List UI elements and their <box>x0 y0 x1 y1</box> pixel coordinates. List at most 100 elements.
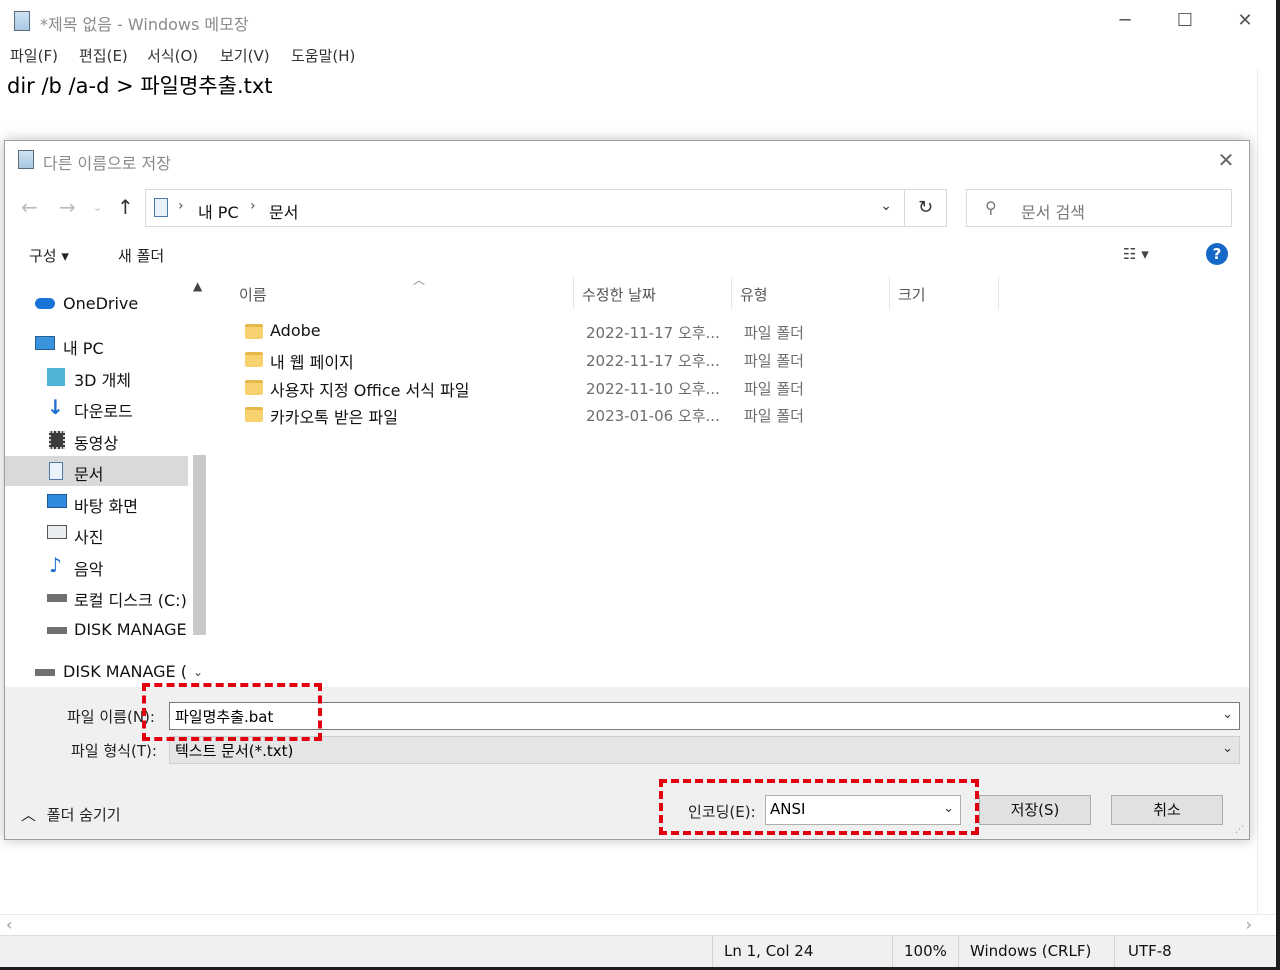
refresh-button[interactable]: ↻ <box>905 189 947 227</box>
status-encoding: UTF-8 <box>1128 942 1172 960</box>
nav-item-downloads[interactable]: ↓ 다운로드 <box>5 393 188 423</box>
chevron-up-icon: ︿ <box>21 806 37 824</box>
up-arrow-icon[interactable]: ↑ <box>117 195 134 219</box>
drive-icon <box>35 669 55 676</box>
search-placeholder: 문서 검색 <box>1021 203 1085 222</box>
notepad-statusbar: Ln 1, Col 24 100% Windows (CRLF) UTF-8 <box>0 935 1276 967</box>
navigation-pane-scrollbar[interactable]: ▲ ⌄ <box>191 277 208 687</box>
nav-item-3d-objects[interactable]: 3D 개체 <box>5 362 188 392</box>
search-box[interactable]: ⚲ 문서 검색 <box>966 189 1232 227</box>
navigation-bar: ← → ⌄ ↑ › 내 PC › 문서 ⌄ ↻ ⚲ 문서 검색 <box>5 183 1249 227</box>
notepad-title: *제목 없음 - Windows 메모장 <box>40 15 249 34</box>
status-line-ending: Windows (CRLF) <box>970 942 1092 960</box>
desktop-icon <box>47 494 67 508</box>
dialog-titlebar: 다른 이름으로 저장 ✕ <box>5 141 1249 179</box>
notepad-text-area[interactable]: dir /b /a-d > 파일명추출.txt <box>7 70 273 100</box>
new-folder-button[interactable]: 새 폴더 <box>118 245 164 266</box>
column-header-type[interactable]: 유형 <box>732 277 890 309</box>
chevron-down-icon[interactable]: ⌄ <box>1222 741 1233 756</box>
video-icon <box>49 431 65 449</box>
picture-icon <box>47 525 67 539</box>
folder-icon <box>245 380 263 395</box>
menu-format[interactable]: 서식(O) <box>147 45 198 66</box>
folder-icon <box>245 407 263 422</box>
scroll-thumb[interactable] <box>193 455 206 635</box>
list-item[interactable]: 카카오톡 받은 파일 2023-01-06 오후... 파일 폴더 <box>217 400 817 428</box>
hide-folders-button[interactable]: ︿ 폴더 숨기기 <box>21 804 121 825</box>
scroll-down-icon[interactable]: ⌄ <box>193 665 203 679</box>
close-button[interactable]: ✕ <box>1216 0 1274 42</box>
drive-icon <box>47 627 67 634</box>
music-icon: ♪ <box>49 553 62 577</box>
resize-grip-icon[interactable]: ⋰ <box>1235 825 1245 835</box>
scroll-left-icon[interactable]: ‹ <box>6 915 12 934</box>
column-header-size[interactable]: 크기 <box>890 277 999 309</box>
filename-input[interactable]: 파일명추출.bat ⌄ <box>169 702 1240 730</box>
status-position: Ln 1, Col 24 <box>724 942 814 960</box>
help-icon[interactable]: ? <box>1206 243 1228 265</box>
filetype-select[interactable]: 텍스트 문서(*.txt) ⌄ <box>169 736 1240 764</box>
status-zoom: 100% <box>904 942 947 960</box>
nav-item-onedrive[interactable]: OneDrive <box>5 289 188 319</box>
filetype-label: 파일 형식(T): <box>71 742 157 760</box>
drive-icon <box>47 594 67 602</box>
back-arrow-icon[interactable]: ← <box>21 195 38 219</box>
search-icon: ⚲ <box>985 198 997 217</box>
notepad-app-icon <box>18 150 34 169</box>
filetype-value: 텍스트 문서(*.txt) <box>175 742 294 760</box>
breadcrumb-documents[interactable]: 문서 <box>269 199 298 223</box>
command-bar: 구성 ▾ 새 폴더 ☷ ▾ ? <box>5 235 1249 275</box>
menu-edit[interactable]: 편집(E) <box>79 45 128 66</box>
document-icon <box>49 462 63 480</box>
chevron-down-icon[interactable]: ⌄ <box>1222 707 1233 722</box>
nav-item-videos[interactable]: 동영상 <box>5 425 188 455</box>
chevron-right-icon[interactable]: › <box>178 198 184 214</box>
download-icon: ↓ <box>47 395 64 419</box>
cancel-button[interactable]: 취소 <box>1111 795 1223 825</box>
minimize-button[interactable]: ─ <box>1096 0 1154 42</box>
list-item[interactable]: Adobe 2022-11-17 오후... 파일 폴더 <box>217 317 817 345</box>
nav-item-disk-manage[interactable]: DISK MANAGE ( <box>5 615 188 645</box>
column-header-date[interactable]: 수정한 날짜 <box>574 277 732 309</box>
computer-icon <box>35 336 55 350</box>
file-list: 이름 ︿ 수정한 날짜 유형 크기 Adobe 2022-11-17 오후...… <box>217 273 1247 687</box>
organize-button[interactable]: 구성 ▾ <box>29 245 69 266</box>
encoding-highlight-box <box>659 779 979 835</box>
navigation-pane: OneDrive 내 PC 3D 개체 ↓ 다운로드 동영상 문서 바탕 화면 <box>5 277 210 687</box>
documents-icon <box>154 198 168 217</box>
notepad-horizontal-scrollbar[interactable]: ‹ › <box>0 914 1276 935</box>
nav-item-local-disk-c[interactable]: 로컬 디스크 (C:) <box>5 582 188 612</box>
folder-icon <box>245 352 263 367</box>
sort-ascending-icon: ︿ <box>413 273 426 287</box>
breadcrumb-this-pc[interactable]: 내 PC <box>198 199 239 223</box>
save-button[interactable]: 저장(S) <box>979 795 1091 825</box>
notepad-titlebar: *제목 없음 - Windows 메모장 ─ ☐ ✕ <box>0 0 1276 42</box>
recent-chevron-icon[interactable]: ⌄ <box>93 201 102 214</box>
scroll-up-icon[interactable]: ▲ <box>193 279 202 293</box>
list-item[interactable]: 사용자 지정 Office 서식 파일 2022-11-10 오후... 파일 … <box>217 373 817 401</box>
nav-item-music[interactable]: ♪ 음악 <box>5 551 188 581</box>
maximize-button[interactable]: ☐ <box>1156 0 1214 42</box>
nav-item-pictures[interactable]: 사진 <box>5 519 188 549</box>
cube-icon <box>47 368 65 386</box>
chevron-down-icon[interactable]: ⌄ <box>880 198 892 214</box>
nav-item-desktop[interactable]: 바탕 화면 <box>5 488 188 518</box>
dialog-title: 다른 이름으로 저장 <box>43 154 171 173</box>
menu-help[interactable]: 도움말(H) <box>291 45 355 66</box>
list-item[interactable]: 내 웹 페이지 2022-11-17 오후... 파일 폴더 <box>217 345 817 373</box>
view-options-icon[interactable]: ☷ ▾ <box>1123 245 1149 263</box>
dialog-close-button[interactable]: ✕ <box>1211 145 1241 175</box>
menu-view[interactable]: 보기(V) <box>220 45 270 66</box>
column-header-name[interactable]: 이름 ︿ <box>231 273 574 309</box>
folder-icon <box>245 324 263 339</box>
nav-item-documents[interactable]: 문서 <box>5 456 188 486</box>
nav-item-this-pc[interactable]: 내 PC <box>5 330 188 360</box>
chevron-right-icon[interactable]: › <box>250 198 256 214</box>
forward-arrow-icon[interactable]: → <box>59 195 76 219</box>
cloud-icon <box>35 298 55 309</box>
menu-file[interactable]: 파일(F) <box>10 45 58 66</box>
notepad-vertical-scrollbar[interactable] <box>1257 68 1276 916</box>
scroll-right-icon[interactable]: › <box>1246 915 1252 934</box>
address-bar[interactable]: › 내 PC › 문서 ⌄ <box>145 189 905 227</box>
notepad-app-icon <box>14 11 30 31</box>
